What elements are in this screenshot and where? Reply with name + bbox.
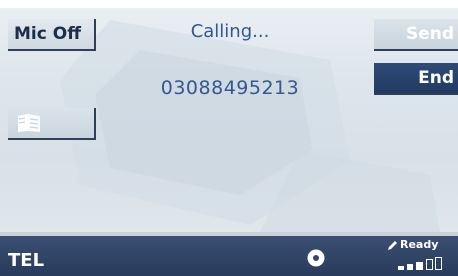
send-label: Send	[405, 23, 454, 44]
phone-status-group: Ready	[386, 238, 456, 274]
mic-off-label: Mic Off	[14, 23, 81, 44]
top-strip	[0, 0, 458, 8]
pen-icon	[388, 241, 397, 250]
phonebook-button[interactable]	[8, 108, 96, 140]
ready-label: Ready	[400, 238, 439, 251]
mode-label: TEL	[8, 250, 45, 271]
end-label: End	[418, 67, 454, 88]
signal-bars-icon	[398, 257, 442, 270]
send-button[interactable]: Send	[374, 19, 458, 51]
call-status-text: Calling...	[190, 21, 270, 42]
mic-off-button[interactable]: Mic Off	[8, 19, 96, 51]
telephone-screen: Mic Off Calling... Send 03088495213 End …	[0, 0, 458, 276]
cd-icon	[307, 249, 325, 267]
end-call-button[interactable]: End	[374, 63, 458, 95]
status-bar: TEL Ready	[0, 236, 458, 276]
phone-number-display: 03088495213	[160, 77, 300, 99]
phonebook-icon	[18, 114, 40, 132]
